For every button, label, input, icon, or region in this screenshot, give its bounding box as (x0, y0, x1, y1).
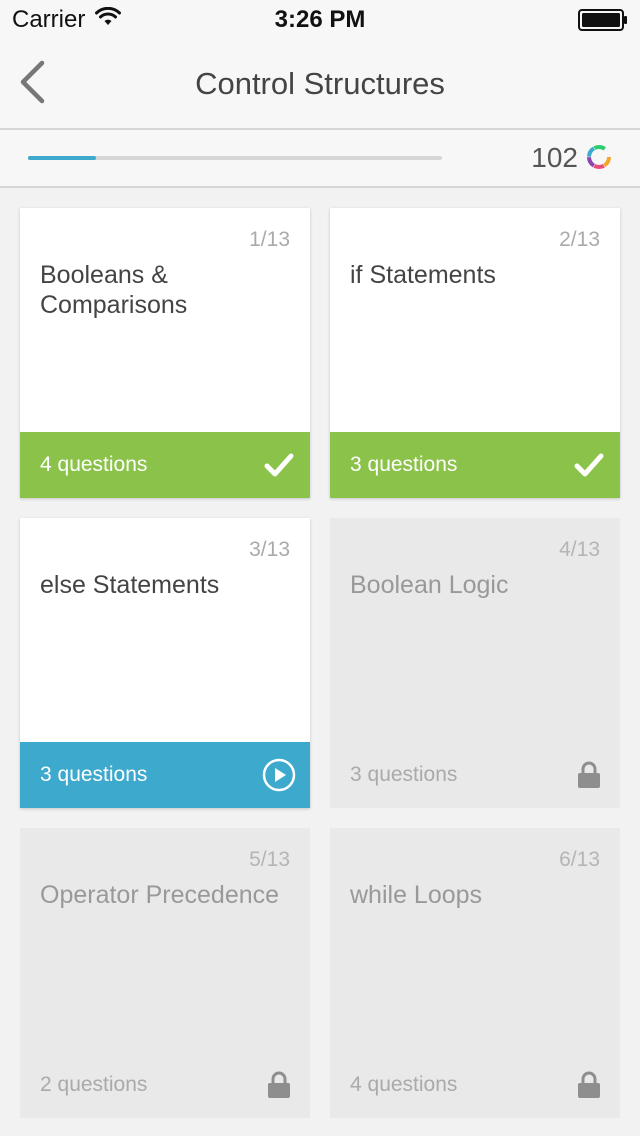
lesson-number: 2/13 (559, 228, 600, 251)
nav-bar: Control Structures (0, 40, 640, 130)
lesson-title: while Loops (350, 881, 483, 909)
lesson-card-boolean-logic[interactable]: 4/13 Boolean Logic 3 questions (330, 518, 620, 808)
chevron-left-icon (18, 60, 46, 109)
lock-icon (572, 758, 606, 792)
lesson-title: Boolean Logic (350, 571, 509, 599)
lesson-number: 6/13 (559, 848, 600, 871)
back-button[interactable] (10, 58, 54, 110)
checkmark-icon (262, 448, 296, 482)
status-time: 3:26 PM (274, 6, 366, 33)
lesson-title: if Statements (350, 261, 496, 289)
lesson-number: 3/13 (249, 538, 290, 561)
lesson-number: 1/13 (249, 228, 290, 251)
module-progress-fill (28, 156, 97, 160)
lesson-card-operator-precedence[interactable]: 5/13 Operator Precedence 2 questions (20, 828, 310, 1118)
play-icon[interactable] (262, 758, 296, 792)
lesson-footer: 2 questions (20, 1052, 310, 1118)
battery-icon (578, 9, 628, 36)
lesson-question-count: 4 questions (40, 453, 148, 476)
page-title: Control Structures (195, 66, 445, 101)
lesson-question-count: 3 questions (350, 453, 458, 476)
lesson-card-if-statements[interactable]: 2/13 if Statements 3 questions (330, 208, 620, 498)
lesson-footer: 3 questions (330, 432, 620, 498)
lesson-title: Booleans & Comparisons (40, 261, 188, 319)
lesson-footer: 3 questions (330, 742, 620, 808)
lesson-title: Operator Precedence (40, 881, 280, 909)
progress-header: 102 (0, 130, 640, 188)
status-bar: Carrier 3:26 PM (0, 0, 640, 40)
module-progress-bar (28, 156, 442, 160)
lesson-question-count: 2 questions (40, 1073, 148, 1096)
checkmark-icon (572, 448, 606, 482)
lesson-number: 4/13 (559, 538, 600, 561)
lesson-card-else-statements[interactable]: 3/13 else Statements 3 questions (20, 518, 310, 808)
lesson-footer: 3 questions (20, 742, 310, 808)
lesson-question-count: 3 questions (40, 763, 148, 786)
lesson-card-while-loops[interactable]: 6/13 while Loops 4 questions (330, 828, 620, 1118)
lesson-title: else Statements (40, 571, 220, 599)
xp-count: 102 (531, 142, 578, 173)
lesson-question-count: 3 questions (350, 763, 458, 786)
lesson-footer: 4 questions (330, 1052, 620, 1118)
lesson-question-count: 4 questions (350, 1073, 458, 1096)
lesson-number: 5/13 (249, 848, 290, 871)
lesson-footer: 4 questions (20, 432, 310, 498)
lock-icon (572, 1068, 606, 1102)
lock-icon (262, 1068, 296, 1102)
sololearn-logo-icon (586, 144, 612, 175)
lesson-card-booleans-comparisons[interactable]: 1/13 Booleans & Comparisons 4 questions (20, 208, 310, 498)
